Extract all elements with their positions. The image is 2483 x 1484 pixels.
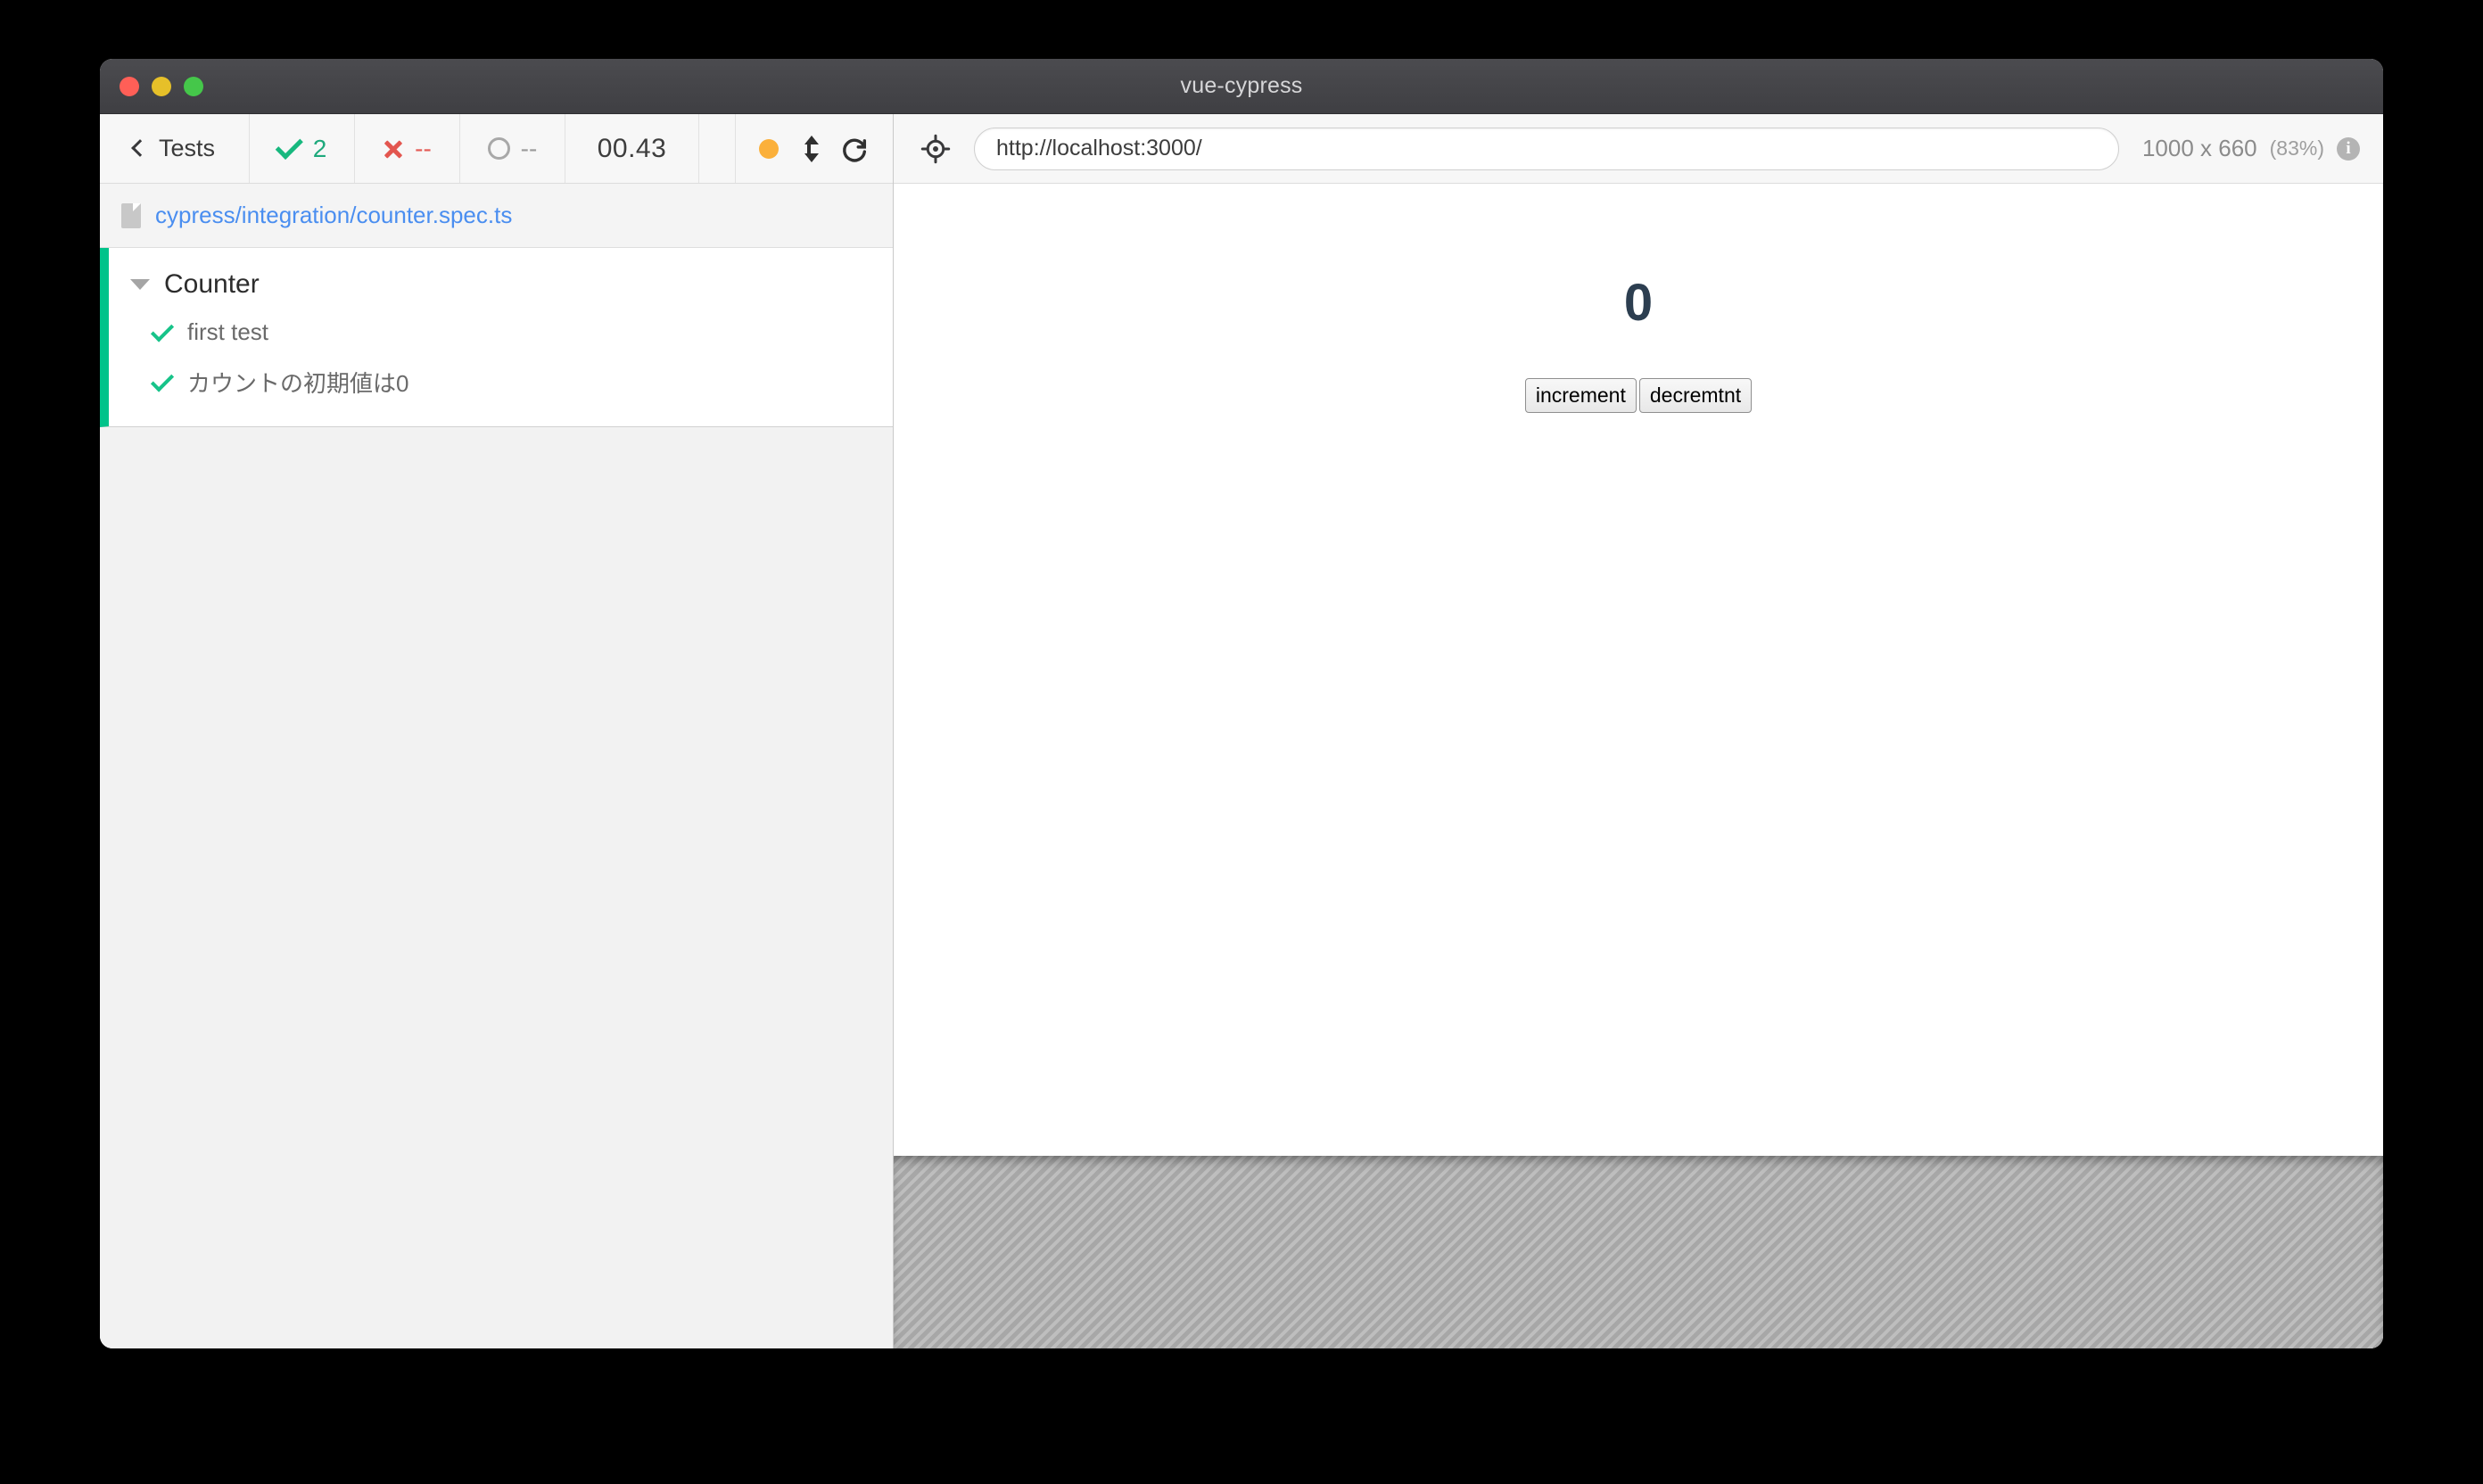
reporter-toolbar: Tests 2 -- -- 00.43 <box>100 114 893 184</box>
stat-failed[interactable]: -- <box>355 114 460 183</box>
decrement-button[interactable]: decremtnt <box>1638 378 1753 413</box>
increment-button[interactable]: increment <box>1524 378 1637 413</box>
traffic-lights <box>120 76 203 96</box>
counter-buttons: increment decremtnt <box>894 378 2383 413</box>
preview-pane: 1000 x 660 (83%) i 0 increment decremtnt <box>894 114 2383 1348</box>
check-icon <box>150 318 175 342</box>
preview-background-stripes <box>894 1156 2383 1348</box>
run-timer: 00.43 <box>565 114 699 183</box>
reporter-empty-area <box>100 427 893 1348</box>
check-icon <box>275 131 303 160</box>
viewport-size: 1000 x 660 <box>2141 135 2257 161</box>
viewport-scale: (83%) <box>2269 136 2324 160</box>
up-down-arrow-icon[interactable] <box>802 135 819 162</box>
circle-icon <box>487 137 510 160</box>
chevron-left-icon <box>131 139 149 157</box>
app-window: vue-cypress Tests 2 -- -- 00.43 cypress/… <box>100 59 2383 1348</box>
close-button-icon[interactable] <box>120 76 139 96</box>
window-title: vue-cypress <box>1180 73 1303 98</box>
test-name: カウントの初期値は0 <box>187 370 409 397</box>
amber-dot-icon[interactable] <box>759 138 779 159</box>
test-results-block: Counter first test カウントの初期値は0 <box>100 248 893 427</box>
url-input[interactable] <box>974 127 2119 170</box>
caret-down-icon[interactable] <box>130 279 150 290</box>
reporter-pane: Tests 2 -- -- 00.43 cypress/integration/… <box>100 114 894 1348</box>
window-body: Tests 2 -- -- 00.43 cypress/integration/… <box>100 114 2383 1348</box>
minimize-button-icon[interactable] <box>152 76 171 96</box>
x-icon <box>383 138 404 160</box>
check-icon <box>150 368 175 392</box>
test-name: first test <box>187 318 269 345</box>
stat-passed[interactable]: 2 <box>250 114 355 183</box>
app-iframe: 0 increment decremtnt <box>894 184 2383 1156</box>
test-row[interactable]: first test <box>109 309 893 356</box>
stat-pending-count: -- <box>520 134 538 162</box>
file-icon <box>121 202 141 228</box>
app-preview-wrap: 0 increment decremtnt <box>894 184 2383 1348</box>
window-titlebar: vue-cypress <box>100 59 2383 114</box>
info-icon[interactable]: i <box>2337 136 2360 161</box>
viewport-info: 1000 x 660 (83%) i <box>2142 135 2360 162</box>
stat-passed-count: 2 <box>312 134 327 162</box>
suite-name: Counter <box>164 269 260 299</box>
toolbar-spacer <box>699 114 736 183</box>
toolbar-controls <box>736 114 893 183</box>
back-to-tests-label: Tests <box>158 135 216 161</box>
suite-row[interactable]: Counter <box>109 260 893 309</box>
spec-path[interactable]: cypress/integration/counter.spec.ts <box>155 202 512 229</box>
stat-failed-count: -- <box>415 134 432 162</box>
test-row[interactable]: カウントの初期値は0 <box>109 356 893 408</box>
counter-value: 0 <box>1623 274 1654 332</box>
stat-pending[interactable]: -- <box>460 114 565 183</box>
spec-header[interactable]: cypress/integration/counter.spec.ts <box>100 184 893 248</box>
reload-icon[interactable] <box>839 134 870 164</box>
preview-url-bar: 1000 x 660 (83%) i <box>894 114 2383 184</box>
back-to-tests-button[interactable]: Tests <box>100 114 250 183</box>
crosshair-icon[interactable] <box>920 134 951 164</box>
zoom-button-icon[interactable] <box>184 76 203 96</box>
